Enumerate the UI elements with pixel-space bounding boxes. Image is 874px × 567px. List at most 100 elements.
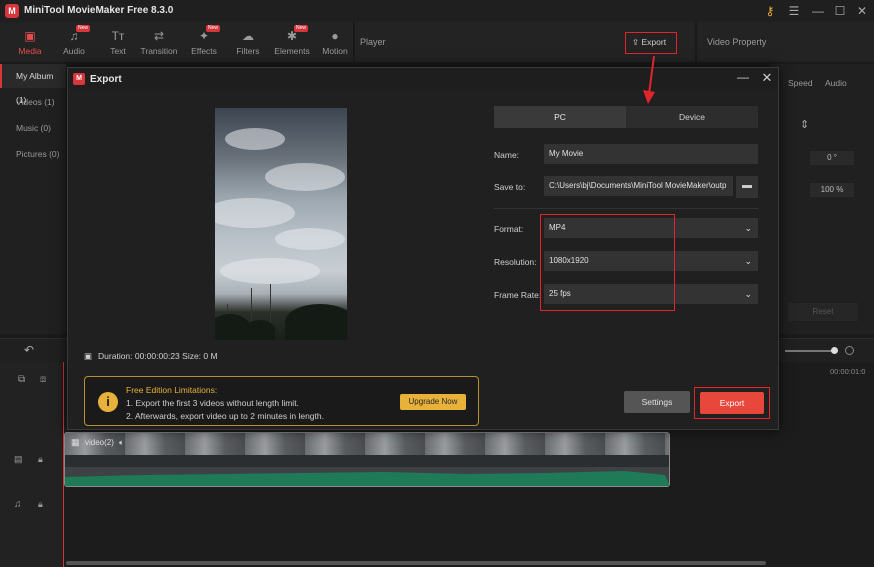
- limitations-line-2: 2. Afterwards, export video up to 2 minu…: [126, 411, 324, 421]
- motion-icon: ●: [331, 29, 339, 43]
- transition-icon: ⇄: [153, 29, 165, 43]
- tool-label: Elements: [274, 46, 310, 56]
- maximize-button[interactable]: ☐: [832, 3, 848, 19]
- scale-value[interactable]: 100 %: [810, 183, 854, 197]
- free-edition-limitations: i Free Edition Limitations: 1. Export th…: [84, 376, 479, 426]
- media-toolbar: ▣ Media New ♫ Audio Tт Text ⇄ Transition…: [0, 22, 353, 62]
- title-bar: M MiniTool MovieMaker Free 8.3.0 ⚷ ☰ — ☐…: [0, 0, 874, 22]
- tool-label: Effects: [191, 46, 217, 56]
- property-area: Speed Audio ⇕ 0 ° 100 %: [770, 64, 874, 334]
- tab-audio[interactable]: Audio: [825, 78, 847, 88]
- format-label: Format:: [494, 224, 524, 234]
- save-to-field[interactable]: C:\Users\bj\Documents\MiniTool MovieMake…: [544, 176, 733, 196]
- name-label: Name:: [494, 150, 520, 160]
- player-label: Player: [360, 37, 386, 47]
- clip-thumbnails: [65, 433, 669, 467]
- tool-label: Transition: [140, 46, 178, 56]
- name-field[interactable]: My Movie: [544, 144, 758, 164]
- zoom-slider[interactable]: [785, 350, 835, 352]
- tool-transition[interactable]: ⇄ Transition: [137, 22, 181, 62]
- minimize-button[interactable]: —: [810, 3, 826, 19]
- info-icon: i: [98, 392, 118, 412]
- tab-device[interactable]: Device: [626, 106, 758, 128]
- clip-name: video(2): [85, 438, 114, 447]
- lock-icon[interactable]: 🔒︎: [38, 454, 43, 465]
- limitations-line-1: 1. Export the first 3 videos without len…: [126, 398, 299, 408]
- divider: [494, 208, 758, 209]
- tool-label: Media: [18, 46, 42, 56]
- tab-speed[interactable]: Speed: [788, 78, 813, 88]
- duration-size-text: Duration: 00:00:00:23 Size: 0 M: [98, 351, 218, 361]
- rotation-value[interactable]: 0 °: [810, 151, 854, 165]
- library-music[interactable]: Music (0): [0, 116, 66, 140]
- key-icon[interactable]: ⚷: [762, 3, 778, 19]
- dialog-title: Export: [90, 74, 122, 85]
- copy-icon[interactable]: ⧈: [40, 374, 46, 385]
- tool-audio[interactable]: New ♫ Audio: [52, 22, 96, 62]
- media-library: My Album (1) Videos (1) Music (0) Pictur…: [0, 64, 66, 334]
- video-property-label: Video Property: [707, 37, 767, 47]
- tool-label: Motion: [322, 46, 348, 56]
- film-icon: ▣: [84, 351, 93, 361]
- dialog-close-button[interactable]: ✕: [760, 70, 774, 88]
- folder-icon: ▬: [742, 180, 752, 191]
- undo-icon[interactable]: ↶: [24, 343, 34, 357]
- tool-effects[interactable]: New ✦ Effects: [182, 22, 226, 62]
- upgrade-now-button[interactable]: Upgrade Now: [400, 394, 466, 410]
- close-button[interactable]: ✕: [854, 3, 870, 19]
- tool-media[interactable]: ▣ Media: [8, 22, 52, 62]
- browse-folder-button[interactable]: ▬: [736, 176, 758, 198]
- tab-pc[interactable]: PC: [494, 106, 626, 128]
- music-track-icon: ♫: [14, 499, 22, 510]
- app-title: MiniTool MovieMaker Free 8.3.0: [24, 5, 174, 16]
- export-dialog: M Export — ✕ ▣ Duration: 00:00:00:23 Size…: [67, 67, 779, 430]
- resolution-label: Resolution:: [494, 257, 537, 267]
- reset-button[interactable]: Reset: [788, 303, 858, 321]
- chevron-down-icon: ⌄: [744, 223, 752, 233]
- save-to-label: Save to:: [494, 182, 526, 192]
- tool-label: Audio: [63, 46, 85, 56]
- export-button[interactable]: Export: [700, 392, 764, 414]
- lock-icon[interactable]: 🔒︎: [38, 499, 43, 510]
- video-preview: [215, 108, 347, 340]
- video-clip[interactable]: ▦ video(2) 🔈︎: [64, 432, 670, 487]
- audio-waveform: [65, 471, 669, 486]
- new-badge: New: [205, 25, 220, 32]
- library-pictures[interactable]: Pictures (0): [0, 142, 66, 166]
- format-highlight-box: [540, 214, 675, 311]
- tool-label: Text: [110, 46, 126, 56]
- dialog-minimize-button[interactable]: —: [736, 70, 750, 88]
- filters-icon: ☁: [242, 29, 254, 43]
- film-icon: ▦: [71, 437, 80, 447]
- app-logo: M: [5, 4, 19, 18]
- export-top-button[interactable]: ⇪ Export: [625, 32, 677, 54]
- duration-size-info: ▣ Duration: 00:00:00:23 Size: 0 M: [84, 351, 218, 362]
- flip-icon[interactable]: ⇕: [800, 118, 809, 131]
- media-icon: ▣: [24, 29, 36, 43]
- menu-icon[interactable]: ☰: [786, 3, 802, 19]
- timeline-scrollbar[interactable]: [66, 561, 766, 565]
- zoom-fit-icon[interactable]: [845, 346, 854, 355]
- dialog-header: M Export — ✕: [68, 68, 778, 90]
- video-property-header: Video Property: [697, 22, 874, 62]
- video-track-icon: ▤: [14, 454, 23, 464]
- clip-label: ▦ video(2) 🔈︎: [71, 437, 124, 448]
- settings-button[interactable]: Settings: [624, 391, 690, 413]
- chevron-down-icon: ⌄: [744, 256, 752, 266]
- dialog-logo: M: [73, 73, 85, 85]
- tool-motion[interactable]: ● Motion: [313, 22, 357, 62]
- new-badge: New: [75, 25, 90, 32]
- time-ruler-mark: 00:00:01:0: [830, 367, 866, 376]
- tool-elements[interactable]: New ✱ Elements: [270, 22, 314, 62]
- new-badge: New: [293, 25, 308, 32]
- limitations-title: Free Edition Limitations:: [126, 385, 218, 395]
- zoom-slider-handle[interactable]: [831, 347, 838, 354]
- tool-text[interactable]: Tт Text: [96, 22, 140, 62]
- tool-filters[interactable]: ☁ Filters: [226, 22, 270, 62]
- library-my-album[interactable]: My Album (1): [0, 64, 66, 105]
- add-track-icon[interactable]: ⧉: [18, 374, 25, 385]
- track-headers: ⧉ ⧈ ▤ 🔒︎ ♫ 🔒︎: [0, 362, 62, 567]
- tool-label: Filters: [236, 46, 260, 56]
- annotation-arrow: [643, 56, 655, 104]
- library-videos[interactable]: Videos (1): [0, 90, 66, 114]
